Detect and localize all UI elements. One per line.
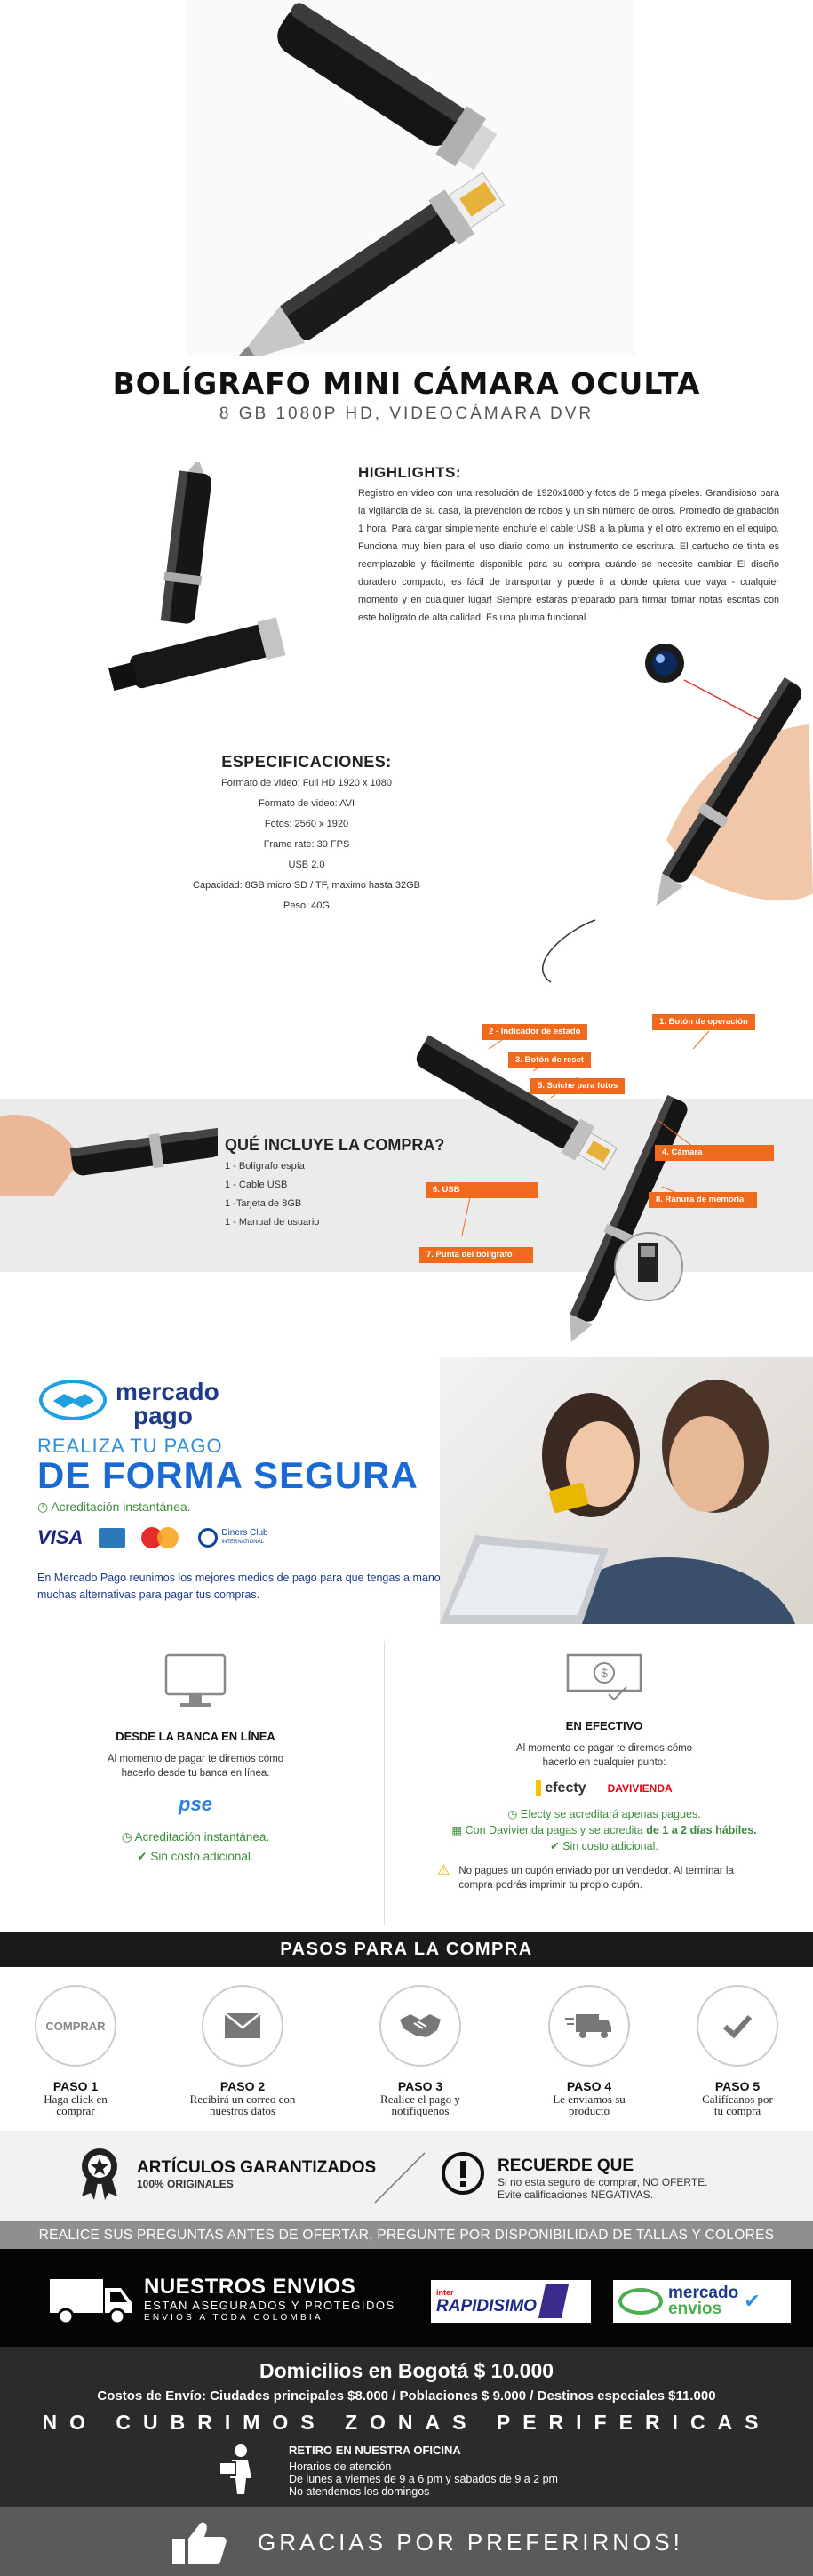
efecty-logo: efecty [536, 1780, 586, 1796]
cash-logos: efecty DAVIVIENDA [418, 1780, 791, 1796]
hero-pen-image [0, 0, 813, 356]
mercadopago-logo-icon [37, 1378, 108, 1422]
cash-text: Al momento de pagar te diremos cómo hace… [515, 1743, 693, 1768]
tag-camera: 4. Cámara [655, 1145, 774, 1161]
tag-pen-tip: 7. Punta del bolígrafo [419, 1247, 533, 1263]
clock-icon: ◷ [507, 1808, 521, 1820]
amex-logo-icon [99, 1528, 126, 1548]
monitor-icon [163, 1652, 228, 1714]
tag-operation-button: 1. Botón de operación [652, 1014, 755, 1030]
spec-item: Formato de video: AVI [258, 798, 355, 809]
check-icon: ✔ [744, 2290, 761, 2312]
step-3: PASO 3 Realice el pago y notifiquenos [345, 1985, 496, 2116]
pse-logo: pse [179, 1793, 212, 1815]
pen-open-image [89, 462, 320, 693]
mastercard-logo-icon [141, 1527, 182, 1548]
product-title: BOLÍGRAFO MINI CÁMARA OCULTA [112, 366, 701, 401]
clock-icon: ◷ [37, 1500, 52, 1514]
spec-item: Formato de video: Full HD 1920 x 1080 [221, 778, 392, 788]
warning-icon: ⚠ [437, 1863, 450, 1878]
exclamation-icon [441, 2151, 485, 2196]
step-5: PASO 5 Califícanos por tu compra [662, 1985, 813, 2116]
visa-logo: VISA [37, 1526, 84, 1548]
includes-list: 1 - Bolígrafo espía 1 - Cable USB 1 -Tar… [225, 1157, 319, 1232]
step-2: PASO 2 Recibirá un correo con nuestros d… [167, 1985, 318, 2116]
domicilios-text: Domicilios en Bogotá $ 10.000 Costos de … [42, 2359, 771, 2434]
comprar-button-icon: COMPRAR [35, 1985, 116, 2067]
highlights-text: Registro en video con una resolución de … [358, 488, 779, 623]
pasos-title: PASOS PARA LA COMPRA [0, 1932, 813, 1967]
step-1: COMPRAR PASO 1 Haga click en comprar [0, 1985, 151, 2116]
include-item: 1 - Bolígrafo espía [225, 1161, 305, 1172]
tag-memory-slot: 8. Ranura de memoria [649, 1192, 757, 1208]
couple-laptop-image [440, 1357, 813, 1624]
truck-icon [48, 2276, 133, 2327]
cash-note3: ✔ Sin costo adicional. [550, 1840, 658, 1852]
spec-item: Capacidad: 8GB micro SD / TF, maximo has… [193, 880, 420, 891]
questions-notice: REALICE SUS PREGUNTAS ANTES DE OFERTAR, … [0, 2221, 813, 2249]
specs-list: Formato de video: Full HD 1920 x 1080 Fo… [151, 773, 462, 916]
include-item: 1 - Manual de usuario [225, 1217, 320, 1228]
highlights-title: HIGHLIGHTS: [358, 464, 461, 481]
card-logos: VISA Diners Club INTERNATIONAL [37, 1525, 268, 1550]
guarantee-text: ARTÍCULOS GARANTIZADOS 100% ORIGINALES [137, 2158, 377, 2190]
mp-acreditacion: ◷ Acreditación instantánea. [37, 1500, 191, 1514]
diners-logo: Diners Club INTERNATIONAL [198, 1528, 268, 1548]
diners-icon [198, 1528, 219, 1548]
thanks-text: GRACIAS POR PREFERIRNOS! [258, 2529, 683, 2556]
cash-note2: ▦ Con Davivienda pagas y se acredita de … [451, 1824, 757, 1836]
specs-title: ESPECIFICACIONES: [221, 753, 392, 771]
spec-item: Frame rate: 30 FPS [263, 839, 350, 850]
spec-item: Fotos: 2560 x 1920 [264, 819, 349, 829]
tag-usb: 6. USB [426, 1182, 538, 1198]
award-badge-icon [78, 2147, 121, 2200]
tag-status-indicator: 2 - Indicador de estado [482, 1024, 588, 1040]
mercadoenvios-logo: mercado envios ✔ [613, 2280, 791, 2323]
checkmark-icon [697, 1985, 778, 2067]
delivery-person-icon [218, 2443, 262, 2496]
thumbs-up-icon [171, 2519, 227, 2565]
cash-title: EN EFECTIVO [565, 1719, 643, 1732]
check-icon: ✔ [550, 1840, 563, 1852]
davivienda-logo: DAVIVIENDA [607, 1782, 673, 1795]
clock-icon: ◷ [121, 1830, 135, 1844]
mercadopago-logo-text: mercado pago [116, 1378, 219, 1429]
product-subtitle: 8 GB 1080P HD, VIDEOCÁMARA DVR [219, 404, 594, 423]
include-item: 1 - Cable USB [225, 1180, 288, 1190]
product-page: BOLÍGRAFO MINI CÁMARA OCULTA 8 GB 1080P … [0, 0, 813, 2576]
hand-pen-image [515, 627, 813, 1009]
include-item: 1 -Tarjeta de 8GB [225, 1198, 302, 1209]
cash-note1: ◷ Efecty se acreditará apenas pagues. [507, 1808, 701, 1820]
recuerde-text: RECUERDE QUE Si no esta seguro de compra… [498, 2156, 708, 2201]
rapidisimo-runner-icon [538, 2284, 569, 2318]
cash-warning: ⚠ No pagues un cupón enviado por un vend… [437, 1863, 734, 1892]
rapidisimo-logo: inter RAPIDISIMO [431, 2280, 591, 2323]
cash-icon: $ [564, 1652, 644, 1701]
bank-acred: ◷ Acreditación instantánea. [121, 1830, 270, 1844]
shipping-text: NUESTROS ENVIOS ESTAN ASEGURADOS Y PROTE… [144, 2275, 395, 2324]
spec-item: Peso: 40G [283, 900, 330, 911]
diagonal-divider [373, 2151, 426, 2204]
spec-item: USB 2.0 [288, 860, 325, 870]
payments-divider [384, 1641, 385, 1925]
check-icon: ✔ [137, 1850, 151, 1863]
handshake-icon [379, 1985, 461, 2067]
hand-holding-pen-image [0, 1099, 218, 1205]
tag-photo-switch: 5. Suiche para fotos [530, 1078, 626, 1094]
bank-text: Al momento de pagar te diremos cómo hace… [107, 1754, 284, 1779]
mercadoenvios-handshake-icon [618, 2288, 663, 2315]
bank-title: DESDE LA BANCA EN LÍNEA [116, 1730, 275, 1743]
calendar-icon: ▦ [451, 1824, 466, 1836]
retiro-text: RETIRO EN NUESTRA OFICINA Horarios de at… [289, 2444, 558, 2499]
tag-reset-button: 3. Botón de reset [508, 1052, 592, 1068]
step-4: PASO 4 Le enviamos su producto [514, 1985, 665, 2116]
mp-description: En Mercado Pago reunimos los mejores med… [37, 1572, 441, 1601]
svg-text:$: $ [601, 1666, 608, 1680]
email-icon [202, 1985, 283, 2067]
bank-nocost: ✔ Sin costo adicional. [137, 1850, 254, 1863]
mp-forma-segura-text: DE FORMA SEGURA [37, 1454, 418, 1496]
delivery-truck-icon [548, 1985, 630, 2067]
pay-cash-column: $ EN EFECTIVO Al momento de pagar te dir… [418, 1652, 791, 1892]
pay-bank-column: DESDE LA BANCA EN LÍNEA Al momento de pa… [71, 1652, 320, 1864]
